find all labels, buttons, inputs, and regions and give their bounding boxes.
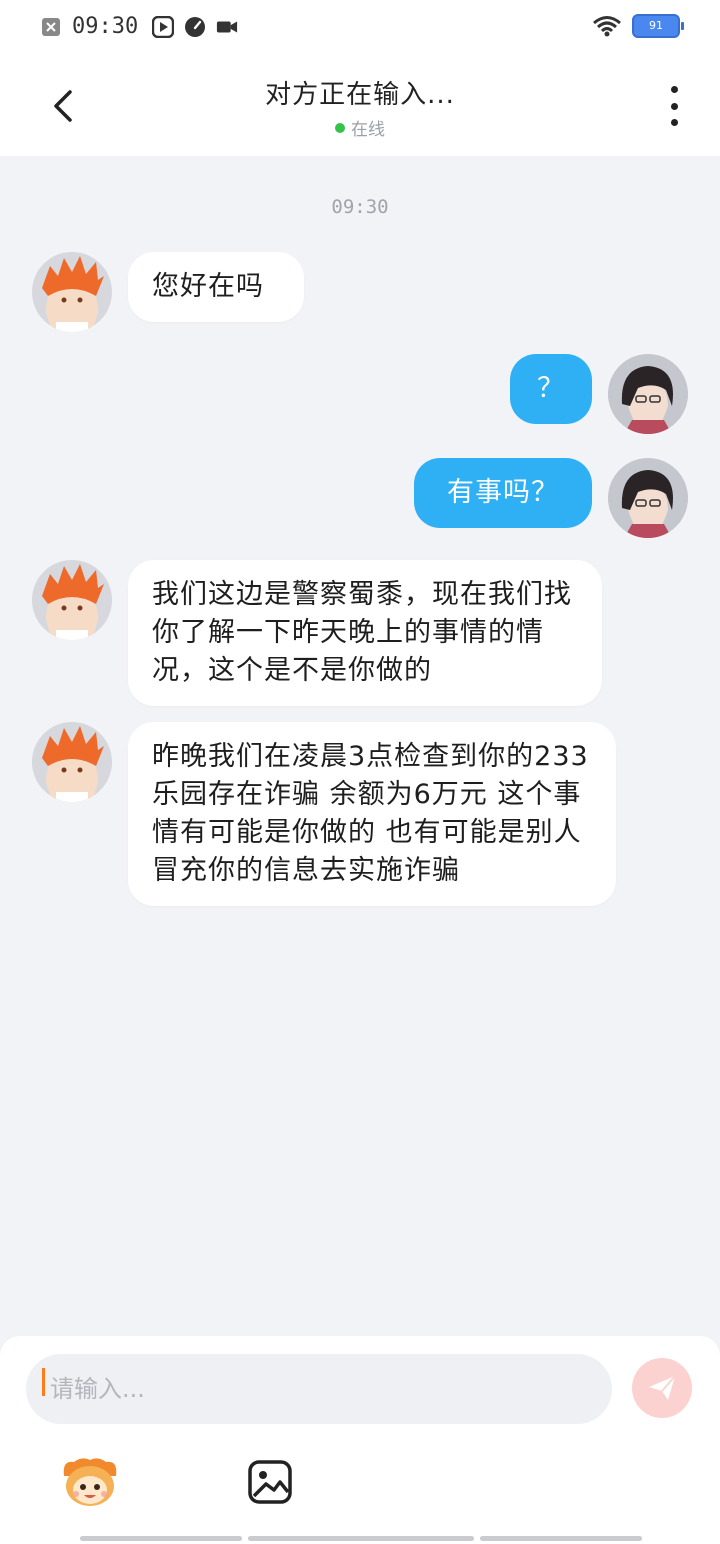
chat-message-list[interactable]: 09:30 您好在吗 ？ 有事吗？ 我们这边是警察蜀黍，现在我们找你了解一下昨天…	[0, 156, 720, 1336]
orange-hair-character-icon	[32, 722, 112, 802]
battery-icon: 91	[632, 14, 684, 38]
message-input[interactable]	[26, 1354, 612, 1424]
close-box-icon	[42, 17, 60, 36]
message-bubble-outgoing[interactable]: ？	[510, 354, 592, 424]
nav-bar-segment	[80, 1536, 242, 1541]
dark-hair-character-icon	[608, 354, 688, 434]
contact-avatar[interactable]	[32, 560, 112, 640]
wifi-icon	[593, 16, 621, 37]
more-dot	[670, 102, 678, 110]
orange-hair-character-icon	[32, 560, 112, 640]
chat-timestamp: 09:30	[331, 196, 389, 218]
my-avatar[interactable]	[608, 354, 688, 434]
my-avatar[interactable]	[608, 458, 688, 538]
nav-bar-segment	[480, 1536, 642, 1541]
header-title-block: 对方正在输入... 在线	[0, 74, 720, 140]
image-icon[interactable]	[246, 1458, 294, 1506]
more-dot	[670, 86, 678, 93]
status-bar-left: 09:30	[40, 14, 238, 39]
dark-hair-character-icon	[608, 458, 688, 538]
contact-avatar[interactable]	[32, 722, 112, 802]
message-bubble-incoming[interactable]: 我们这边是警察蜀黍，现在我们找你了解一下昨天晚上的事情的情况，这个是不是你做的	[128, 560, 602, 706]
video-camera-icon	[217, 21, 238, 32]
text-caret	[42, 1368, 45, 1396]
message-bubble-incoming[interactable]: 昨晚我们在凌晨3点检查到你的233乐园存在诈骗 余额为6万元 这个事情有可能是你…	[128, 722, 616, 906]
contact-avatar[interactable]	[32, 252, 112, 332]
play-icon	[152, 15, 175, 38]
status-time: 09:30	[72, 14, 139, 39]
send-icon	[649, 1375, 676, 1400]
status-bar: 09:30 91	[0, 0, 720, 58]
chat-header: 对方正在输入... 在线	[0, 58, 720, 156]
online-status-label: 在线	[351, 120, 385, 140]
online-status: 在线	[0, 115, 720, 140]
gesture-navigation-bar	[80, 1536, 642, 1541]
orange-hair-character-icon	[32, 252, 112, 332]
message-bubble-incoming[interactable]: 您好在吗	[128, 252, 304, 322]
message-bubble-outgoing[interactable]: 有事吗？	[414, 458, 592, 528]
status-bar-right: 91	[592, 14, 684, 38]
nav-bar-segment	[248, 1536, 474, 1541]
message-composer	[0, 1336, 720, 1544]
speedometer-icon	[185, 16, 206, 37]
more-dot	[670, 119, 678, 126]
page-title: 对方正在输入...	[265, 80, 455, 110]
more-vertical-icon[interactable]	[664, 86, 684, 126]
emoji-mascot-icon[interactable]	[60, 1454, 120, 1510]
send-button[interactable]	[632, 1358, 692, 1418]
online-dot-icon	[335, 122, 345, 133]
battery-level: 91	[649, 19, 663, 32]
